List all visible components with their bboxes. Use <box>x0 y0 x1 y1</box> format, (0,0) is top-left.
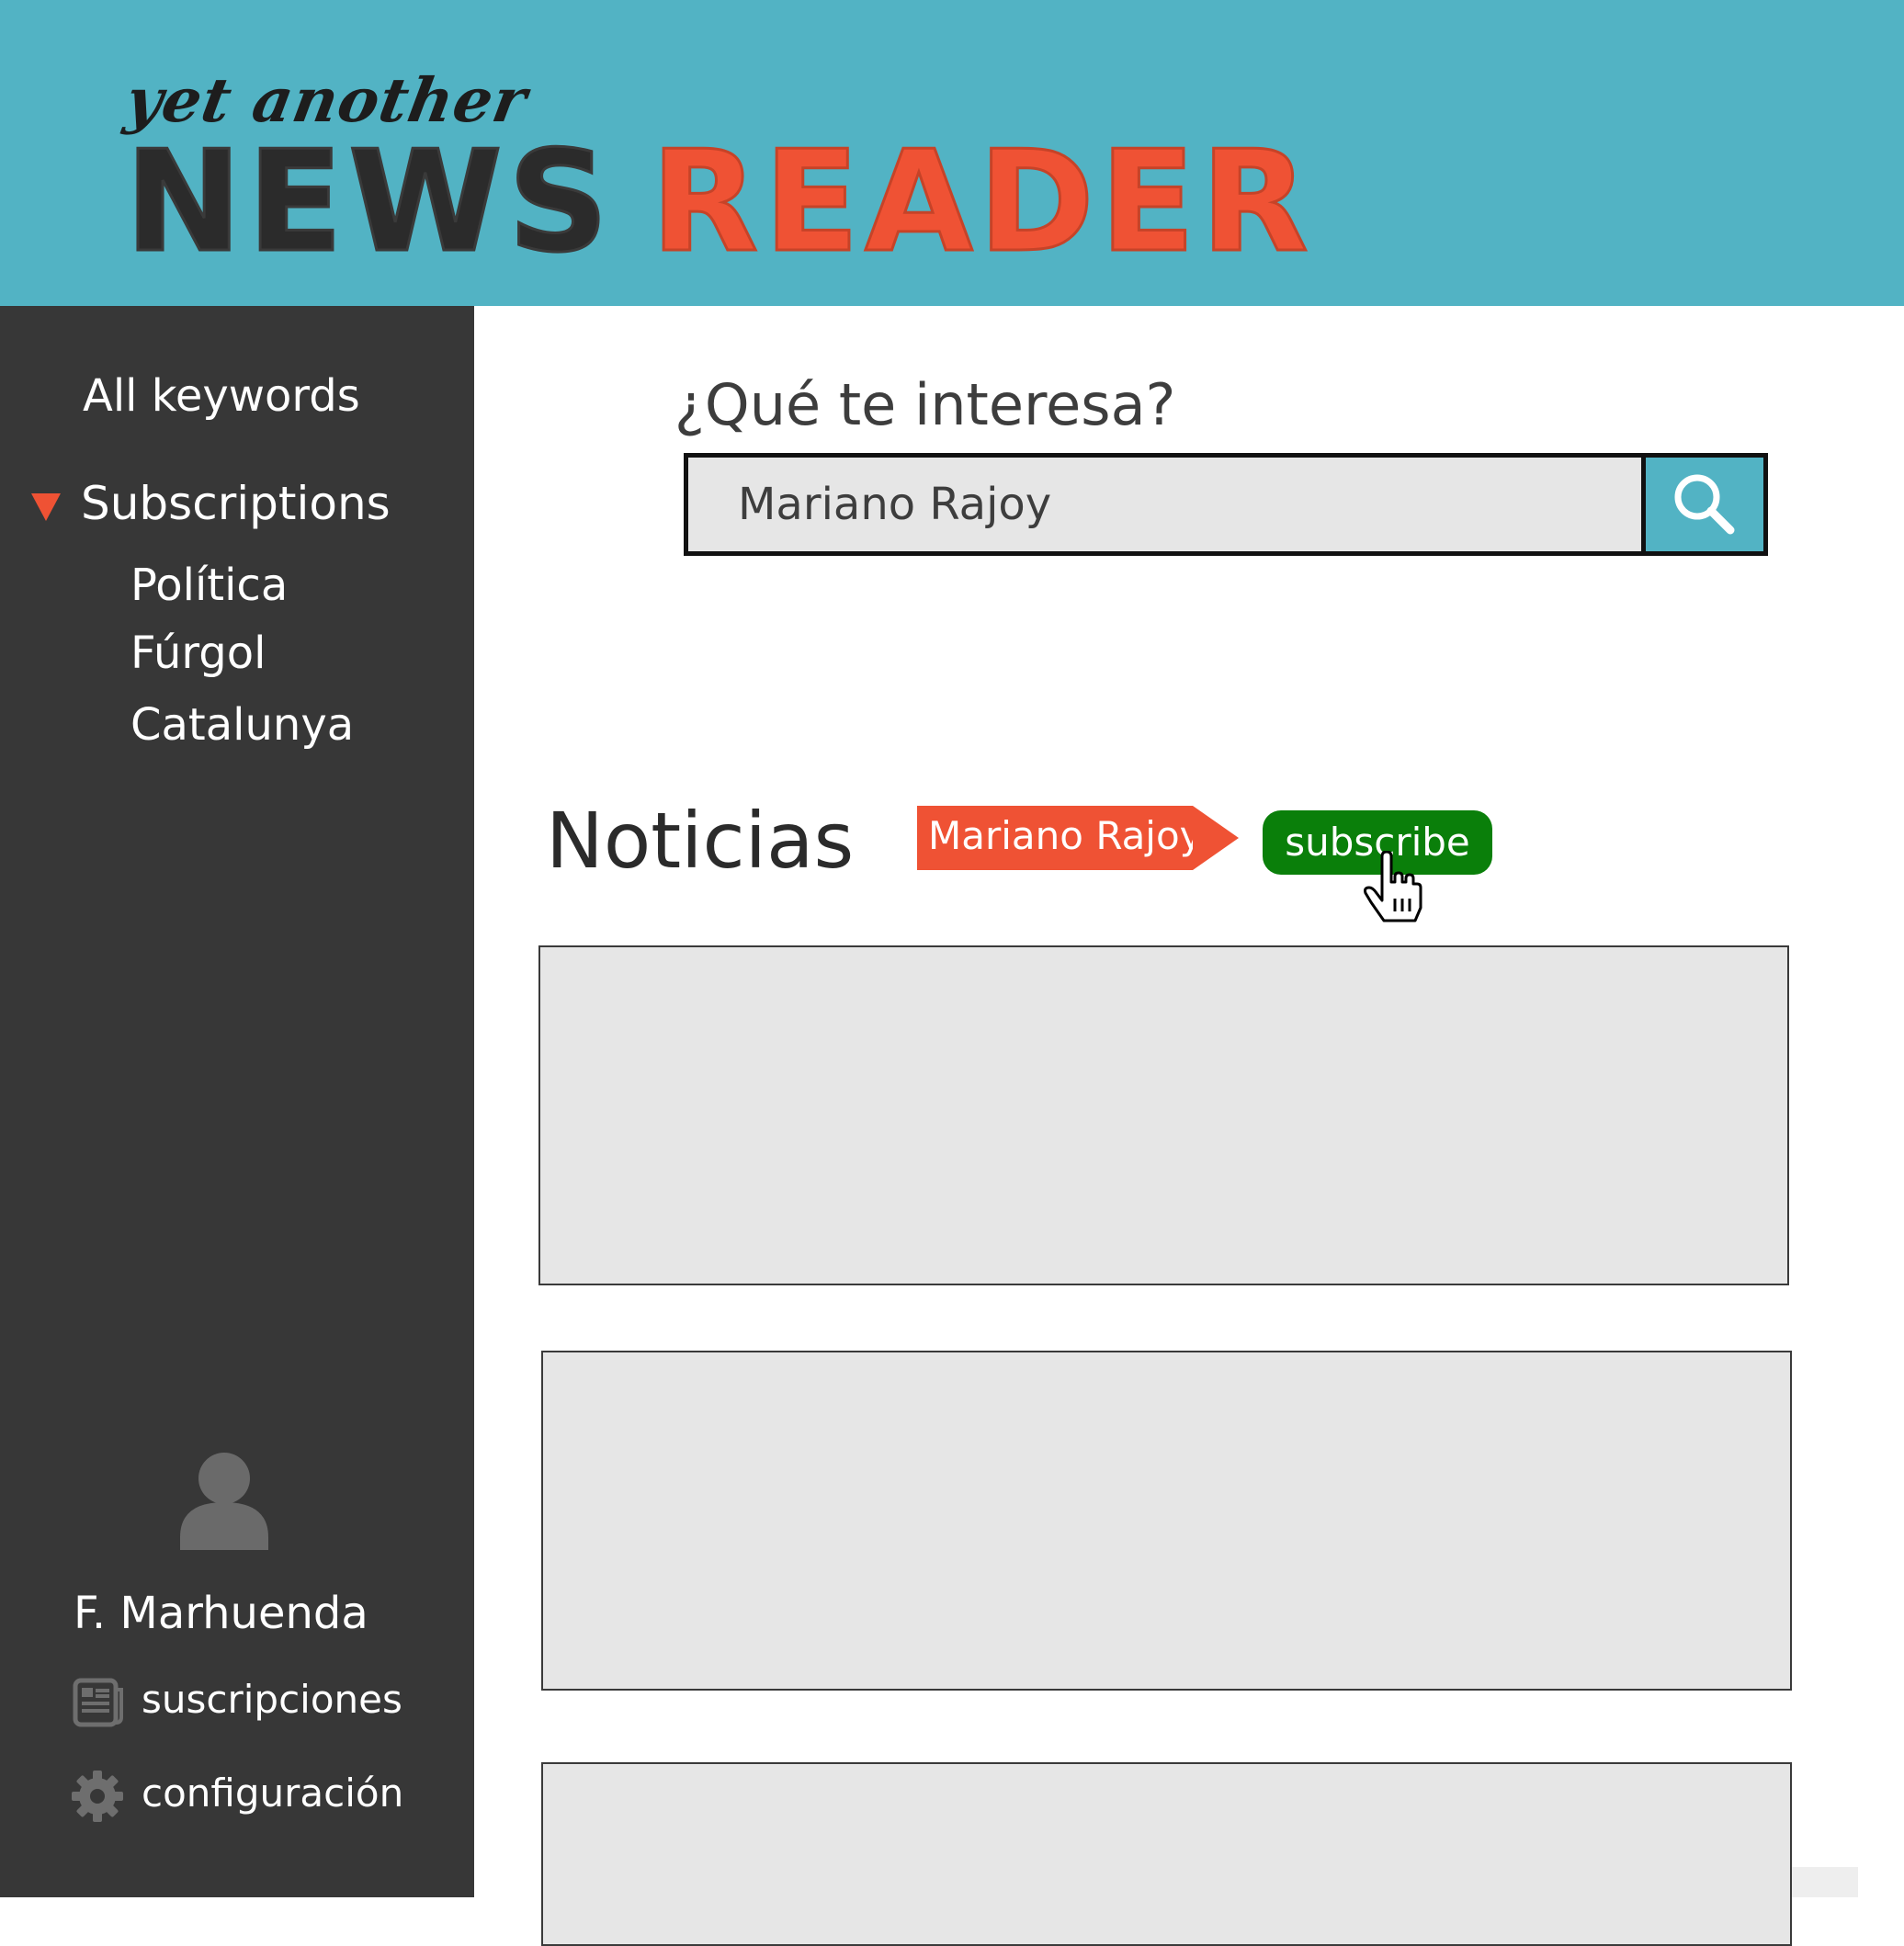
news-section-title: Noticias <box>546 796 855 886</box>
news-card[interactable] <box>538 945 1789 1285</box>
search-button[interactable] <box>1641 458 1763 551</box>
logo-word-reader: READER <box>650 120 1314 283</box>
triangle-down-icon <box>31 493 61 521</box>
gear-icon <box>72 1771 123 1822</box>
newspaper-icon <box>73 1678 123 1727</box>
news-card[interactable] <box>541 1762 1792 1946</box>
search-bar <box>684 453 1768 556</box>
keyword-tag-label: Mariano Rajoy <box>917 806 1203 870</box>
app-header: yet another NEWS READER <box>0 0 1904 306</box>
news-card[interactable] <box>541 1351 1792 1691</box>
suscripciones-label: suscripciones <box>142 1677 402 1722</box>
search-title: ¿Qué te interesa? <box>674 371 1176 438</box>
tag-arrow-shape <box>1193 806 1239 870</box>
user-avatar-icon[interactable] <box>178 1449 270 1550</box>
configuracion-label: configuración <box>142 1771 404 1816</box>
sidebar: All keywords Subscriptions Política Fúrg… <box>0 306 474 1897</box>
app-logo[interactable]: NEWS READER <box>123 127 1314 277</box>
sidebar-item-furgol[interactable]: Fúrgol <box>130 628 266 679</box>
logo-word-news: NEWS <box>123 120 615 283</box>
search-icon <box>1674 474 1735 535</box>
sidebar-item-politica[interactable]: Política <box>130 560 288 611</box>
scroll-corner <box>1792 1867 1858 1897</box>
sidebar-item-catalunya[interactable]: Catalunya <box>130 699 354 751</box>
user-name: F. Marhuenda <box>74 1588 368 1639</box>
search-input[interactable] <box>688 458 1641 551</box>
subscriptions-label: Subscriptions <box>81 477 391 530</box>
sidebar-item-all-keywords[interactable]: All keywords <box>83 370 360 422</box>
hand-cursor-icon <box>1364 851 1422 922</box>
